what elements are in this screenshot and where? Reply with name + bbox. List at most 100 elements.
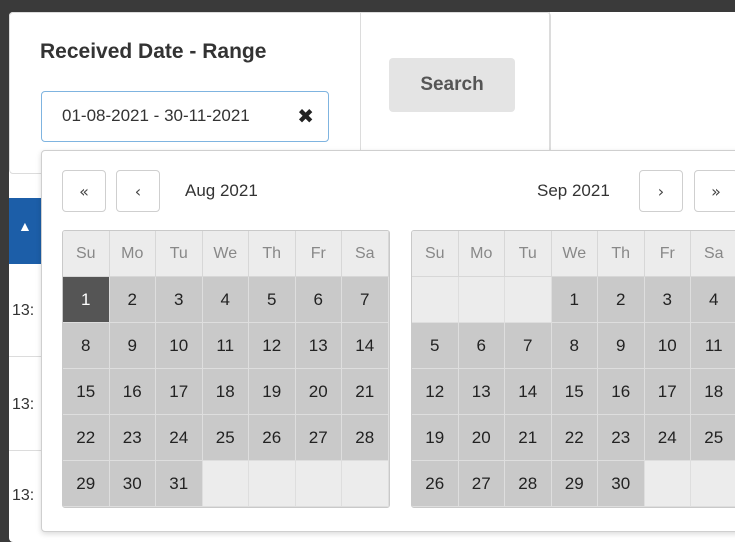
- calendar-day[interactable]: 24: [644, 415, 691, 461]
- calendar-day[interactable]: 11: [202, 323, 249, 369]
- calendar-day[interactable]: 23: [598, 415, 645, 461]
- calendar-day[interactable]: 30: [598, 461, 645, 507]
- calendar-empty-cell: [691, 461, 735, 507]
- weekday-header: Fr: [644, 231, 691, 277]
- calendar-day[interactable]: 29: [551, 461, 598, 507]
- calendar-day[interactable]: 15: [551, 369, 598, 415]
- calendar-day[interactable]: 12: [249, 323, 296, 369]
- calendar-day[interactable]: 13: [458, 369, 505, 415]
- weekday-header: Sa: [691, 231, 735, 277]
- calendar-grid-sep-2021: Su Mo Tu We Th Fr Sa 1 2 3 4 5 6 7 8 9 10 11 12 13 14 15 16 17 1…: [411, 230, 735, 508]
- calendar-empty-cell: [202, 461, 249, 507]
- calendar-day[interactable]: 26: [249, 415, 296, 461]
- weekday-header: Su: [63, 231, 110, 277]
- calendar-day[interactable]: 13: [295, 323, 342, 369]
- calendar-day[interactable]: 27: [295, 415, 342, 461]
- calendar-day[interactable]: 22: [63, 415, 110, 461]
- weekday-header: Th: [249, 231, 296, 277]
- calendar-empty-cell: [644, 461, 691, 507]
- calendar-empty-cell: [342, 461, 389, 507]
- weekday-header: Th: [598, 231, 645, 277]
- calendar-day[interactable]: 20: [295, 369, 342, 415]
- calendar-day[interactable]: 3: [156, 277, 203, 323]
- calendar-day[interactable]: 16: [109, 369, 156, 415]
- calendar-day[interactable]: 31: [156, 461, 203, 507]
- divider: [360, 12, 361, 172]
- calendar-day[interactable]: 11: [691, 323, 735, 369]
- calendar-day[interactable]: 2: [598, 277, 645, 323]
- calendar-day[interactable]: 24: [156, 415, 203, 461]
- calendar-day[interactable]: 7: [342, 277, 389, 323]
- calendar-day[interactable]: 10: [644, 323, 691, 369]
- calendar-day[interactable]: 6: [458, 323, 505, 369]
- calendar-day[interactable]: 1: [63, 277, 110, 323]
- next-year-button[interactable]: »: [694, 170, 735, 212]
- calendar-day[interactable]: 17: [644, 369, 691, 415]
- sort-icon[interactable]: ▲: [18, 218, 32, 234]
- calendar-day[interactable]: 27: [458, 461, 505, 507]
- weekday-header: Su: [412, 231, 459, 277]
- calendar-day[interactable]: 8: [551, 323, 598, 369]
- calendar-day[interactable]: 4: [691, 277, 735, 323]
- calendar-day[interactable]: 18: [691, 369, 735, 415]
- calendar-day[interactable]: 17: [156, 369, 203, 415]
- calendar-day[interactable]: 5: [412, 323, 459, 369]
- calendar-day[interactable]: 9: [598, 323, 645, 369]
- calendar-day[interactable]: 20: [458, 415, 505, 461]
- weekday-header: Tu: [505, 231, 552, 277]
- calendar-empty-cell: [295, 461, 342, 507]
- prev-year-button[interactable]: «: [62, 170, 106, 212]
- calendar-day[interactable]: 9: [109, 323, 156, 369]
- table-row-id: 13:: [12, 487, 35, 504]
- calendar-day[interactable]: 30: [109, 461, 156, 507]
- calendar-empty-cell: [249, 461, 296, 507]
- calendar-day[interactable]: 18: [202, 369, 249, 415]
- calendar-day[interactable]: 5: [249, 277, 296, 323]
- calendar-day[interactable]: 12: [412, 369, 459, 415]
- table-row-id: 13:: [12, 302, 35, 319]
- calendar-day[interactable]: 25: [202, 415, 249, 461]
- calendar-day[interactable]: 19: [412, 415, 459, 461]
- calendar-empty-cell: [458, 277, 505, 323]
- weekday-header: We: [202, 231, 249, 277]
- left-month-title: Aug 2021: [185, 181, 258, 200]
- calendar-day[interactable]: 19: [249, 369, 296, 415]
- weekday-header: Tu: [156, 231, 203, 277]
- calendar-day[interactable]: 7: [505, 323, 552, 369]
- calendar-day[interactable]: 29: [63, 461, 110, 507]
- calendar-day[interactable]: 25: [691, 415, 735, 461]
- calendar-day[interactable]: 15: [63, 369, 110, 415]
- calendar-empty-cell: [505, 277, 552, 323]
- calendar-day[interactable]: 26: [412, 461, 459, 507]
- calendar-day[interactable]: 21: [342, 369, 389, 415]
- weekday-header: We: [551, 231, 598, 277]
- right-month-title: Sep 2021: [537, 181, 610, 200]
- calendar-day[interactable]: 28: [342, 415, 389, 461]
- calendar-empty-cell: [412, 277, 459, 323]
- date-range-input[interactable]: 01-08-2021 - 30-11-2021 ✖: [41, 91, 329, 142]
- calendar-day[interactable]: 28: [505, 461, 552, 507]
- calendar-day[interactable]: 14: [342, 323, 389, 369]
- calendar-day[interactable]: 16: [598, 369, 645, 415]
- divider: [549, 12, 550, 172]
- prev-month-button[interactable]: ‹: [116, 170, 160, 212]
- calendar-day[interactable]: 8: [63, 323, 110, 369]
- calendar-day[interactable]: 4: [202, 277, 249, 323]
- calendar-day[interactable]: 14: [505, 369, 552, 415]
- calendar-day[interactable]: 6: [295, 277, 342, 323]
- search-button[interactable]: Search: [389, 58, 515, 112]
- calendar-day[interactable]: 3: [644, 277, 691, 323]
- date-range-value: 01-08-2021 - 30-11-2021: [62, 106, 250, 125]
- weekday-header: Mo: [109, 231, 156, 277]
- calendar-day[interactable]: 2: [109, 277, 156, 323]
- date-range-label: Received Date - Range: [40, 40, 267, 63]
- weekday-header: Mo: [458, 231, 505, 277]
- clear-icon[interactable]: ✖: [297, 104, 314, 129]
- calendar-day[interactable]: 23: [109, 415, 156, 461]
- calendar-day[interactable]: 21: [505, 415, 552, 461]
- calendar-day[interactable]: 1: [551, 277, 598, 323]
- next-month-button[interactable]: ›: [639, 170, 683, 212]
- weekday-header: Sa: [342, 231, 389, 277]
- calendar-day[interactable]: 22: [551, 415, 598, 461]
- calendar-day[interactable]: 10: [156, 323, 203, 369]
